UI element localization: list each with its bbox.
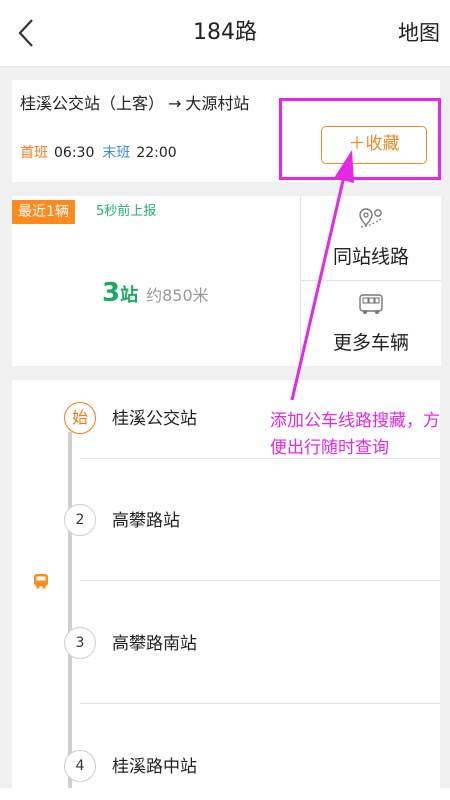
bus-icon: [359, 294, 383, 314]
stop-number-marker: 3: [64, 627, 96, 659]
more-vehicles-label: 更多车辆: [332, 332, 409, 354]
stop-number-marker: 4: [64, 750, 96, 782]
recent-bus-badge: 最近1辆: [12, 200, 75, 224]
report-time: 5秒前上报: [96, 204, 157, 219]
first-bus-label: 首班: [20, 145, 48, 161]
stops-unit: 站: [120, 285, 139, 306]
bottom-bar: [0, 788, 450, 800]
last-bus-time: 22:00: [136, 145, 177, 161]
same-station-lines-button[interactable]: 同站线路: [301, 196, 441, 280]
distance: 约850米: [146, 286, 209, 305]
map-button[interactable]: 地图: [398, 0, 440, 66]
stop-name: 高攀路南站: [112, 634, 197, 654]
page-title: 184路: [193, 20, 257, 45]
route-destination: 大源村站: [185, 94, 250, 113]
side-actions: 同站线路 更多车辆: [300, 196, 441, 366]
last-bus-label: 末班: [102, 145, 131, 161]
stop-name: 桂溪公交站: [112, 409, 197, 429]
stop-name: 高攀路站: [112, 511, 180, 531]
bus-status-panel[interactable]: 最近1辆 5秒前上报 3站 约850米: [12, 196, 300, 366]
side-divider: [301, 280, 441, 281]
same-station-lines-label: 同站线路: [332, 246, 409, 268]
stop-number-marker: 2: [64, 504, 96, 536]
location-pin-icon: [359, 208, 382, 228]
annotation-text: 添加公车线路搜藏，方便出行随时查询: [270, 411, 440, 458]
stop-item[interactable]: 3 高攀路南站: [12, 615, 440, 675]
header-bar: 184路 地图: [0, 0, 450, 67]
route-direction: 桂溪公交站（上客） → 大源村站: [20, 90, 249, 114]
stop-item[interactable]: 2 高攀路站: [12, 492, 440, 552]
chevron-left-icon: [18, 19, 33, 47]
stop-divider: [80, 703, 440, 704]
service-times: 首班 06:30 末班 22:00: [20, 142, 177, 162]
more-vehicles-button[interactable]: 更多车辆: [301, 282, 441, 366]
start-stop-marker: 始: [64, 402, 96, 434]
first-bus-time: 06:30: [54, 145, 95, 161]
route-origin: 桂溪公交站（上客）: [20, 94, 165, 113]
bus-location-icon: [34, 574, 48, 589]
stops-count: 3: [102, 278, 121, 308]
annotation-highlight-box: [279, 98, 441, 180]
stops-away: 3站 约850米: [102, 278, 209, 308]
back-button[interactable]: [10, 14, 46, 52]
stop-divider: [80, 580, 440, 581]
route-arrow: →: [168, 94, 182, 113]
